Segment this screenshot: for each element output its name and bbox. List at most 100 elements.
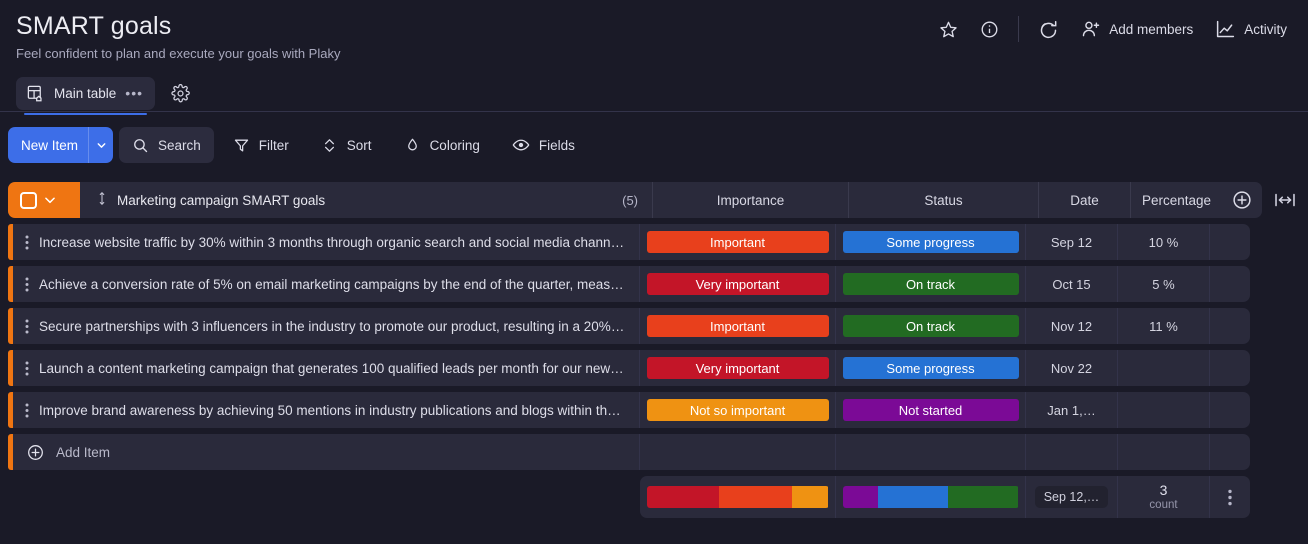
row-status-cell[interactable]: Not started [836,392,1026,428]
row-importance-cell[interactable]: Important [640,308,836,344]
star-icon [939,20,958,39]
row-menu-icon[interactable] [25,235,35,250]
favorite-button[interactable] [928,12,969,46]
search-button[interactable]: Search [119,127,214,163]
add-item-cell[interactable]: Add Item [13,434,640,470]
column-header-date[interactable]: Date [1038,182,1130,218]
tab-overflow-dots[interactable]: ••• [125,85,143,101]
add-item-label: Add Item [56,444,111,460]
add-row-importance-cell [640,434,836,470]
row-name-label: Increase website traffic by 30% within 3… [39,234,627,250]
chevron-down-icon[interactable] [89,140,113,151]
proportion-segment [646,486,720,508]
add-item-row[interactable]: Add Item [8,434,1308,470]
row-status-cell[interactable]: Some progress [836,224,1026,260]
row-name-label: Secure partnerships with 3 influencers i… [39,318,627,334]
row-percentage-cell[interactable]: 11 % [1118,308,1210,344]
row-name-cell[interactable]: Secure partnerships with 3 influencers i… [13,308,640,344]
status-badge: Not started [842,399,1019,421]
new-item-label: New Item [21,137,79,153]
proportion-segment [877,486,949,508]
table-row[interactable]: Improve brand awareness by achieving 50 … [8,392,1308,428]
coloring-label: Coloring [429,137,480,153]
row-name-cell[interactable]: Improve brand awareness by achieving 50 … [13,392,640,428]
summary-status-cell[interactable] [836,476,1026,518]
coloring-button[interactable]: Coloring [391,127,493,163]
sort-button[interactable]: Sort [308,127,385,163]
row-menu-icon[interactable] [25,403,35,418]
row-menu-icon[interactable] [25,361,35,376]
tab-active-underline [24,112,148,115]
table-row[interactable]: Increase website traffic by 30% within 3… [8,224,1308,260]
summary-importance-cell[interactable] [640,476,836,518]
header-divider [1018,16,1020,42]
row-menu-icon[interactable] [25,319,35,334]
row-name-cell[interactable]: Increase website traffic by 30% within 3… [13,224,640,260]
drag-handle-icon[interactable] [96,191,108,209]
proportion-segment [948,486,1019,508]
row-name-cell[interactable]: Launch a content marketing campaign that… [13,350,640,386]
activity-button[interactable]: Activity [1204,12,1298,46]
row-date-cell[interactable]: Jan 1,… [1026,392,1118,428]
summary-date-cell[interactable]: Sep 12,… [1026,476,1118,518]
row-date-cell[interactable]: Nov 22 [1026,350,1118,386]
table-row[interactable]: Achieve a conversion rate of 5% on email… [8,266,1308,302]
filter-button[interactable]: Filter [220,127,302,163]
group-title: Marketing campaign SMART goals [117,192,326,208]
importance-badge: Not so important [646,399,829,421]
new-item-button[interactable]: New Item [8,127,114,163]
refresh-button[interactable] [1027,12,1070,46]
row-importance-cell[interactable]: Very important [640,266,836,302]
row-menu-icon[interactable] [25,277,35,292]
column-header-importance[interactable]: Importance [652,182,848,218]
tab-main-table[interactable]: Main table ••• [16,76,156,115]
row-importance-cell[interactable]: Very important [640,350,836,386]
add-column-button[interactable] [1222,182,1262,218]
column-header-percentage[interactable]: Percentage [1130,182,1222,218]
fields-button[interactable]: Fields [499,127,588,163]
add-row-date-cell [1026,434,1118,470]
add-members-icon [1081,19,1101,39]
add-row-percentage-cell [1118,434,1210,470]
board-settings-button[interactable] [165,78,195,108]
row-name-label: Achieve a conversion rate of 5% on email… [39,276,627,292]
row-date-cell[interactable]: Oct 15 [1026,266,1118,302]
row-status-cell[interactable]: Some progress [836,350,1026,386]
row-end-cell [1210,266,1250,302]
add-members-label: Add members [1109,21,1194,37]
select-all-checkbox[interactable] [20,191,37,209]
row-status-cell[interactable]: On track [836,266,1026,302]
row-importance-cell[interactable]: Important [640,224,836,260]
table-row[interactable]: Launch a content marketing campaign that… [8,350,1308,386]
group-collapse-chevron-down-icon[interactable] [43,193,57,207]
row-name-cell[interactable]: Achieve a conversion rate of 5% on email… [13,266,640,302]
group-header-row: Marketing campaign SMART goals (5) Impor… [8,182,1308,218]
row-percentage-cell[interactable] [1118,350,1210,386]
row-percentage-cell[interactable]: 10 % [1118,224,1210,260]
row-percentage-cell[interactable] [1118,392,1210,428]
tab-main-table-label: Main table [54,85,117,101]
eye-icon [512,136,530,154]
row-date-cell[interactable]: Sep 12 [1026,224,1118,260]
column-header-status[interactable]: Status [848,182,1038,218]
refresh-icon [1038,19,1059,40]
summary-count-value: 3 [1159,482,1168,498]
table-rows: Increase website traffic by 30% within 3… [8,224,1308,428]
row-end-cell [1210,350,1250,386]
add-members-button[interactable]: Add members [1070,12,1204,46]
table-row[interactable]: Secure partnerships with 3 influencers i… [8,308,1308,344]
fit-width-icon [1274,192,1296,208]
row-status-cell[interactable]: On track [836,308,1026,344]
row-date-cell[interactable]: Nov 12 [1026,308,1118,344]
fit-width-button[interactable] [1262,182,1308,218]
row-percentage-cell[interactable]: 5 % [1118,266,1210,302]
activity-label: Activity [1244,21,1287,37]
select-all-cell[interactable] [8,182,80,218]
summary-menu-button[interactable] [1210,476,1250,518]
summary-percentage-cell[interactable]: 3 count [1118,476,1210,518]
board-app: SMART goals Feel confident to plan and e… [0,0,1308,544]
status-badge: Some progress [842,231,1019,253]
row-importance-cell[interactable]: Not so important [640,392,836,428]
info-button[interactable] [969,12,1010,46]
group-name-cell[interactable]: Marketing campaign SMART goals (5) [80,182,652,218]
